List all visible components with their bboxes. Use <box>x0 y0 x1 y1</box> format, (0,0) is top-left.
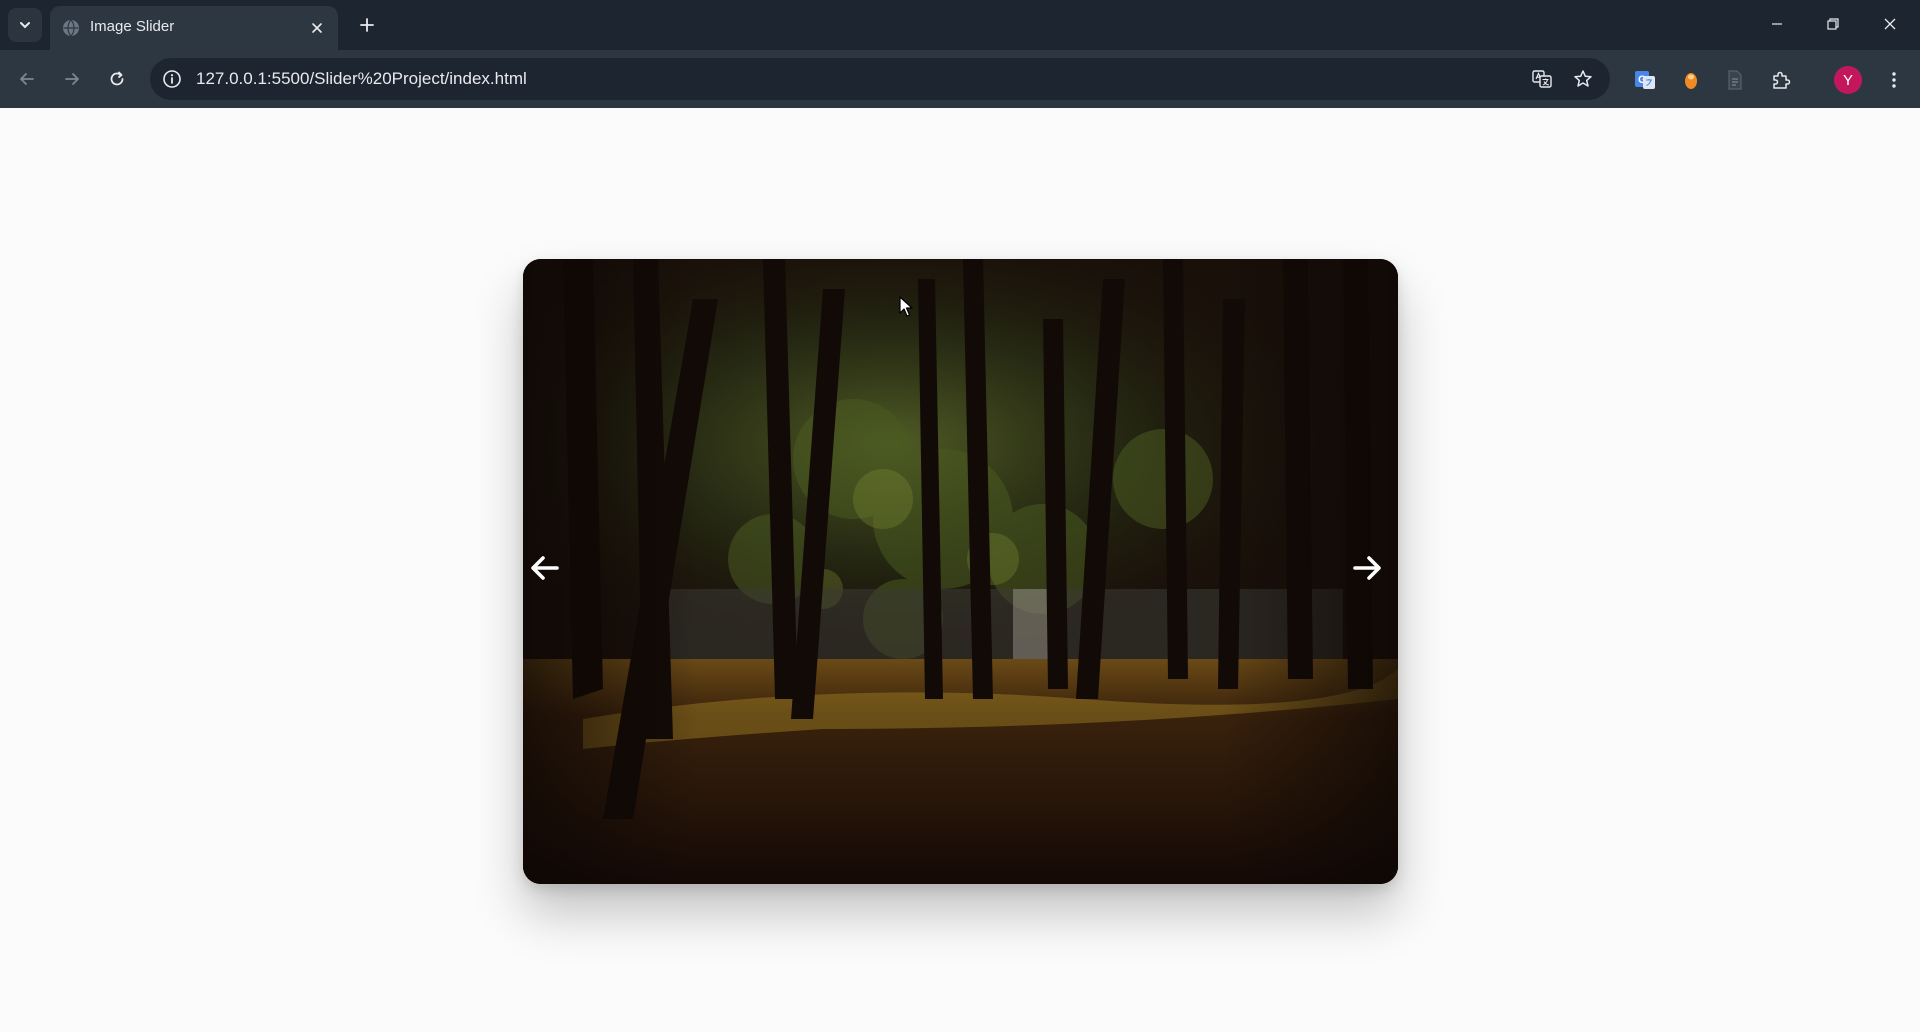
chevron-down-icon <box>20 22 30 29</box>
arrow-forward-icon <box>65 73 79 85</box>
site-info-button[interactable] <box>160 67 184 91</box>
forward-button[interactable] <box>56 63 88 95</box>
url-text[interactable]: 127.0.0.1:5500/Slider%20Project/index.ht… <box>196 69 527 89</box>
mouse-cursor-icon <box>899 296 913 317</box>
address-bar[interactable]: 127.0.0.1:5500/Slider%20Project/index.ht… <box>150 58 1610 100</box>
document-icon <box>1728 70 1742 90</box>
puzzle-icon <box>1773 71 1791 89</box>
translate-button[interactable] <box>1530 67 1554 91</box>
honey-icon <box>1685 73 1697 89</box>
previous-slide-button[interactable] <box>523 546 567 590</box>
slide-image <box>523 259 1398 884</box>
google-translate-icon: G <box>1635 71 1655 89</box>
reload-icon <box>110 71 124 86</box>
close-window-button[interactable] <box>1870 6 1910 42</box>
arrow-back-icon <box>20 73 34 85</box>
restore-button[interactable] <box>1813 6 1853 42</box>
minimize-icon <box>1772 23 1782 25</box>
honey-extension[interactable] <box>1677 66 1705 94</box>
image-slider <box>523 259 1398 884</box>
next-slide-button[interactable] <box>1345 546 1389 590</box>
arrow-left-icon <box>531 556 559 580</box>
tab-close-button[interactable] <box>306 17 328 39</box>
minimize-button[interactable] <box>1757 6 1797 42</box>
profile-avatar[interactable]: Y <box>1834 66 1862 94</box>
close-icon <box>1884 18 1896 30</box>
plus-icon <box>360 18 374 32</box>
tab-strip: Image Slider <box>0 0 1920 50</box>
close-icon <box>312 23 322 33</box>
browser-menu-button[interactable] <box>1880 66 1908 94</box>
tab-search-button[interactable] <box>8 8 42 42</box>
more-vertical-icon <box>1892 72 1896 88</box>
restore-icon <box>1827 18 1839 30</box>
tab-title: Image Slider <box>90 18 175 35</box>
arrow-right-icon <box>1353 556 1381 580</box>
page-content <box>0 108 1920 1032</box>
browser-tab[interactable]: Image Slider <box>50 6 338 50</box>
document-extension[interactable] <box>1721 66 1749 94</box>
back-button[interactable] <box>11 63 43 95</box>
star-icon <box>1574 70 1592 87</box>
new-tab-button[interactable] <box>352 10 382 40</box>
google-translate-extension[interactable]: G <box>1631 66 1659 94</box>
bookmark-button[interactable] <box>1571 67 1595 91</box>
info-icon <box>163 70 181 88</box>
reload-button[interactable] <box>101 63 133 95</box>
extensions-button[interactable] <box>1767 66 1795 94</box>
translate-icon <box>1532 70 1552 88</box>
browser-toolbar: 127.0.0.1:5500/Slider%20Project/index.ht… <box>0 50 1920 108</box>
globe-icon <box>63 19 79 37</box>
